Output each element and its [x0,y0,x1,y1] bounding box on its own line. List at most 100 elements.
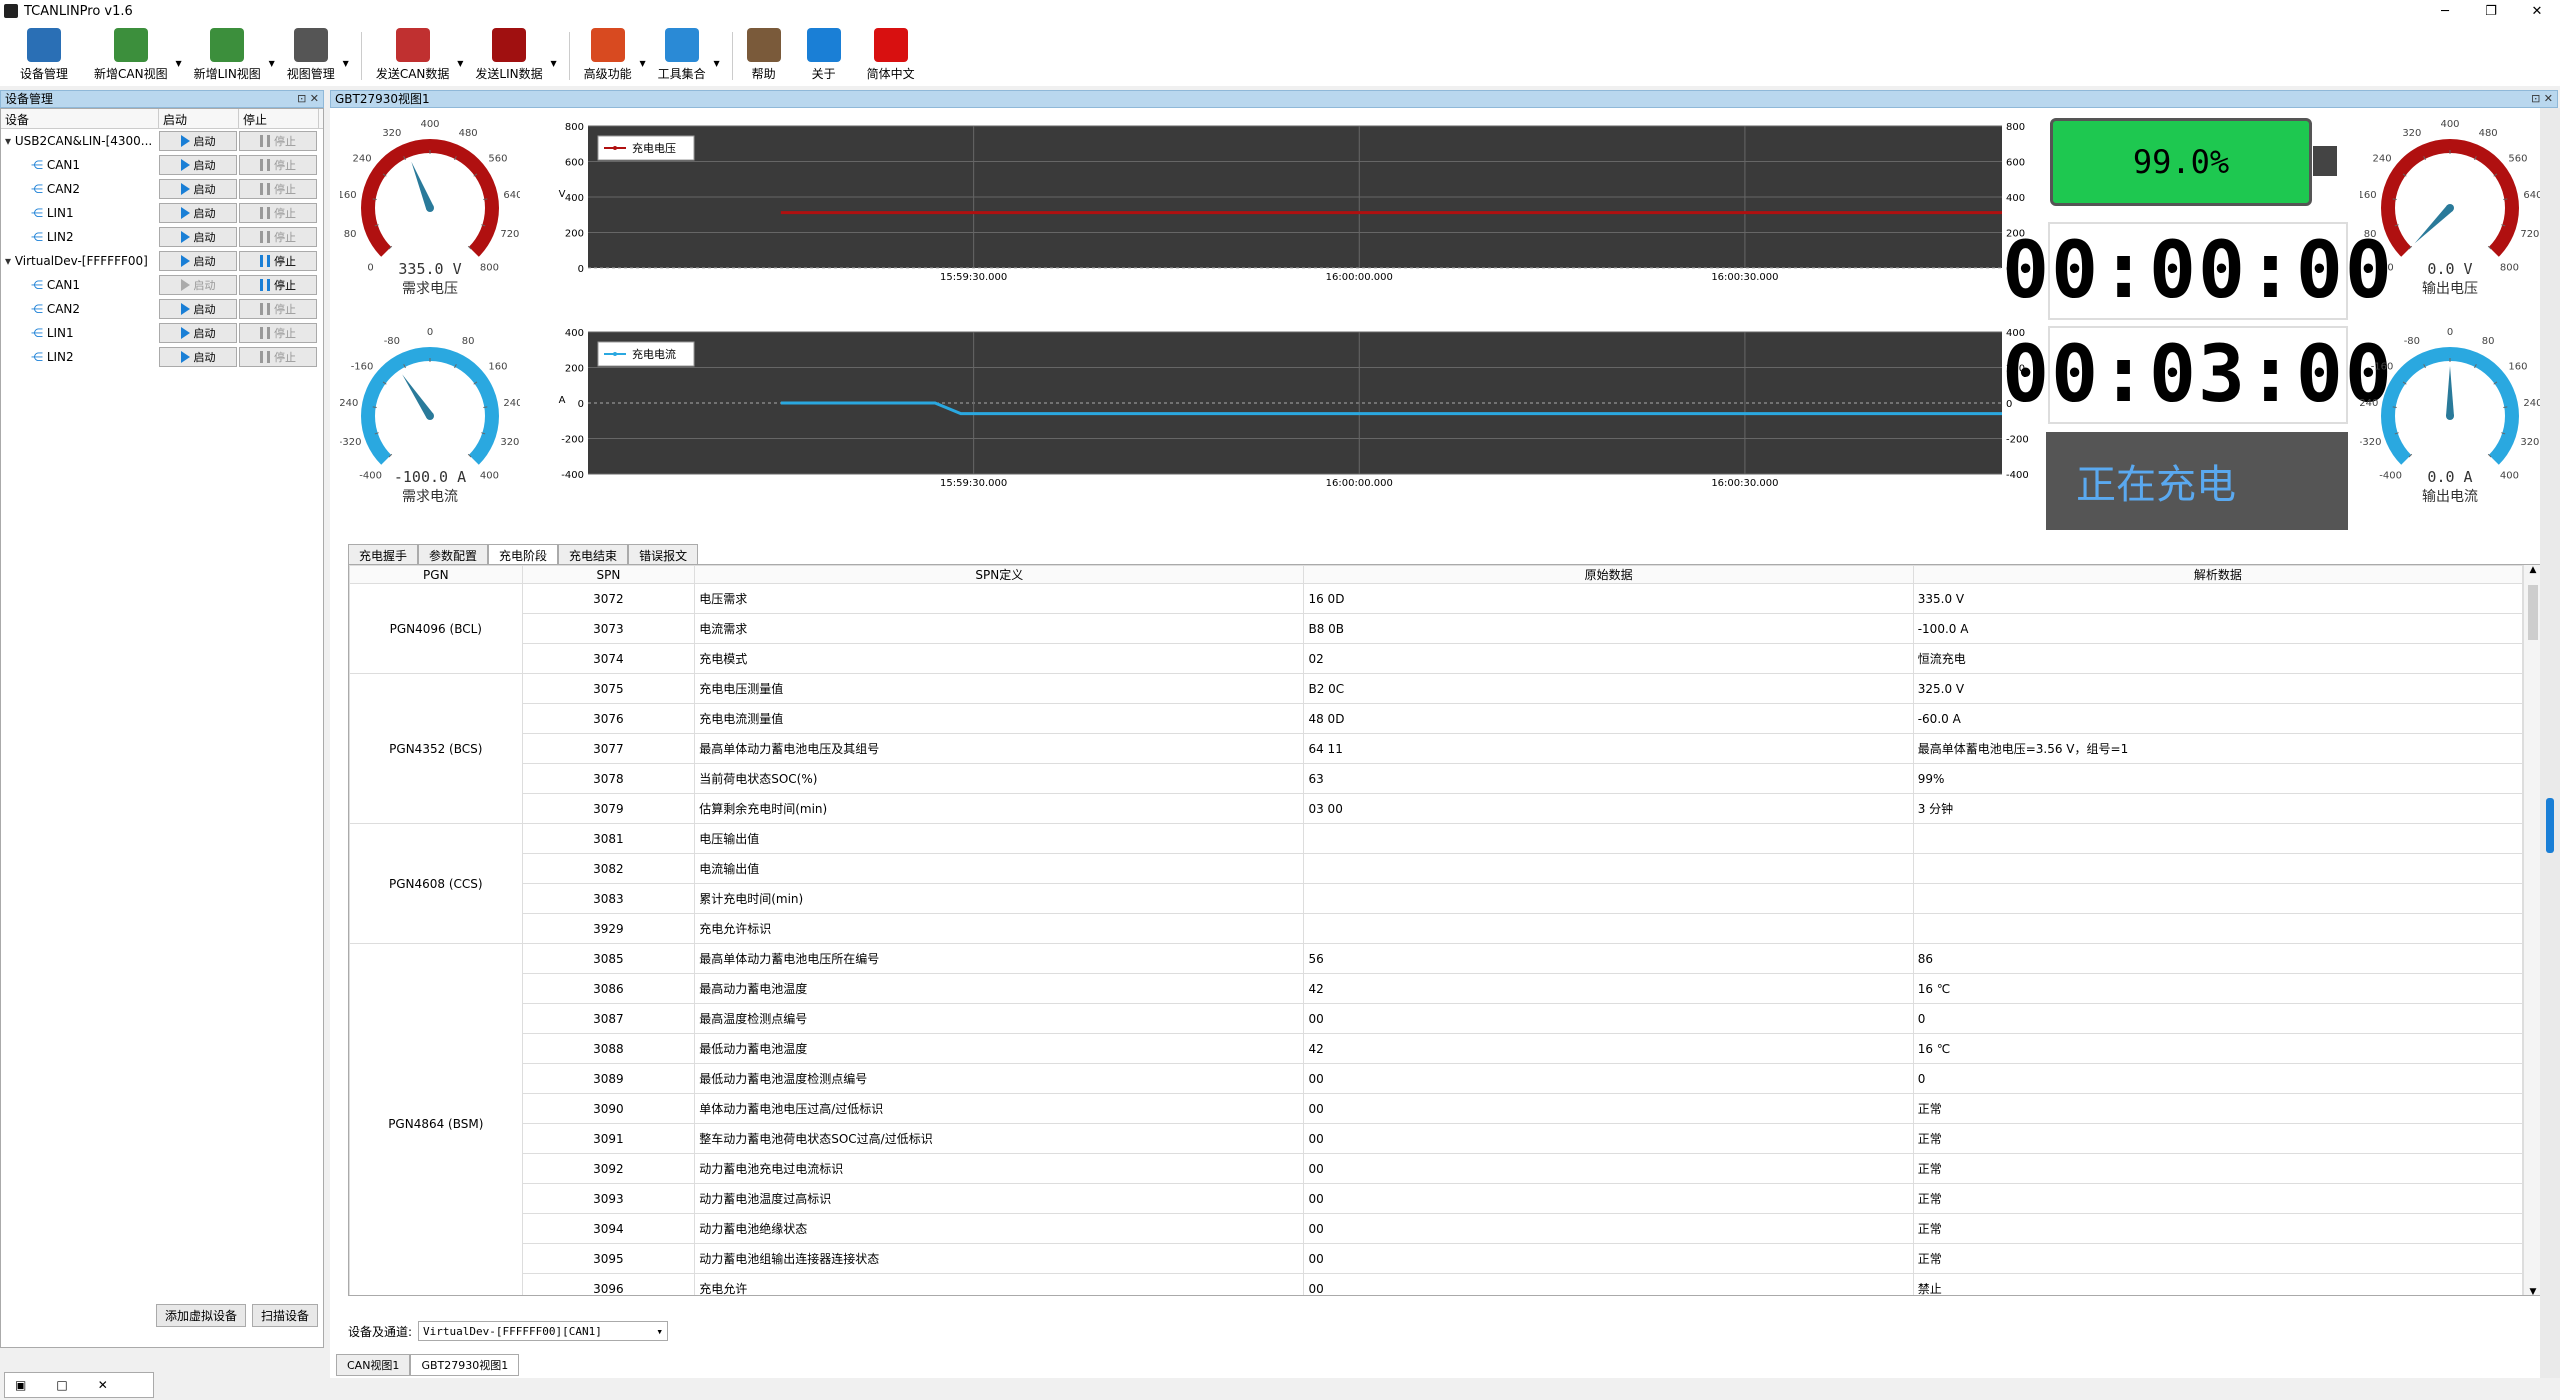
device-row[interactable]: ⋲ LIN1 启动 停止 [1,201,323,225]
toolbar-toolset-button[interactable]: 工具集合 ▼ [658,28,720,86]
device-row[interactable]: ⋲ CAN2 启动 停止 [1,297,323,321]
table-row[interactable]: 3088 最低动力蓄电池温度 42 16 ℃ [350,1033,2524,1064]
table-row[interactable]: 3929 充电允许标识 [350,913,2524,944]
toolbar-help-button[interactable]: 帮助 [746,28,781,86]
toolbar-china-flag-button[interactable]: 简体中文 [867,28,915,86]
device-row[interactable]: ⋲ CAN2 启动 停止 [1,177,323,201]
stop-button[interactable]: 停止 [239,347,317,367]
table-row[interactable]: PGN4864 (BSM) 3085 最高单体动力蓄电池电压所在编号 56 86 [349,943,2524,1295]
dropdown-arrow-icon[interactable]: ▼ [175,59,181,68]
table-row[interactable]: 3091 整车动力蓄电池荷电状态SOC过高/过低标识 00 正常 [350,1123,2524,1154]
start-button[interactable]: 启动 [159,275,237,295]
parsed-data-cell: 恒流充电 [1912,643,2524,674]
stop-button[interactable]: 停止 [239,227,317,247]
toolbar-device-manager-button[interactable]: 设备管理 [20,28,68,86]
expand-arrow-icon[interactable]: ▾ [5,254,15,268]
table-row[interactable]: PGN4352 (BCS) 3075 充电电压测量值 B2 0C 325.0 V [349,673,2524,824]
stop-button[interactable]: 停止 [239,179,317,199]
toolbar-add-can-view-button[interactable]: 新增CAN视图 ▼ [94,28,182,86]
view-scroll-thumb[interactable] [2546,798,2554,853]
table-row[interactable]: 3096 充电允许 00 禁止 [350,1273,2524,1295]
view-pin-icon[interactable]: ⊡ ✕ [2531,91,2553,107]
table-row[interactable]: 3087 最高温度检测点编号 00 0 [350,1003,2524,1034]
table-row[interactable]: 3092 动力蓄电池充电过电流标识 00 正常 [350,1153,2524,1184]
device-row[interactable]: ⋲ LIN2 启动 停止 [1,345,323,369]
table-row[interactable]: 3076 充电电流测量值 48 0D -60.0 A [350,703,2524,734]
device-row[interactable]: ▾ USB2CAN&LIN-[4300... 启动 停止 [1,129,323,153]
dropdown-arrow-icon[interactable]: ▼ [457,59,463,68]
pane-pin-icon[interactable]: ⊡ ✕ [297,91,319,107]
table-row[interactable]: 3090 单体动力蓄电池电压过高/过低标识 00 正常 [350,1093,2524,1124]
dropdown-arrow-icon[interactable]: ▼ [639,59,645,68]
device-row[interactable]: ▾ VirtualDev-[FFFFFF00] 启动 停止 [1,249,323,273]
toolbar-about-button[interactable]: 关于 [806,28,841,86]
table-row[interactable]: 3077 最高单体动力蓄电池电压及其组号 64 11 最高单体蓄电池电压=3.56 V… [350,733,2524,764]
stop-button[interactable]: 停止 [239,251,317,271]
stop-button[interactable]: 停止 [239,275,317,295]
table-row[interactable]: PGN4608 (CCS) 3081 电压输出值 [349,823,2524,944]
x-tick-label: 15:59:30.000 [940,272,1007,283]
table-row[interactable]: 3094 动力蓄电池绝缘状态 00 正常 [350,1213,2524,1244]
table-row[interactable]: 3074 充电模式 02 恒流充电 [350,643,2524,674]
add-virtual-device-button[interactable]: 添加虚拟设备 [156,1304,247,1327]
toolbar-advanced-button[interactable]: 高级功能 ▼ [584,28,646,86]
table-row[interactable]: 3073 电流需求 B8 0B -100.0 A [350,613,2524,644]
table-row[interactable]: 3083 累计充电时间(min) [350,883,2524,914]
dropdown-arrow-icon[interactable]: ▼ [269,59,275,68]
toolbar-send-lin-button[interactable]: 发送LIN数据 ▼ [475,28,557,86]
device-row[interactable]: ⋲ CAN1 启动 停止 [1,273,323,297]
start-button[interactable]: 启动 [159,347,237,367]
device-name: CAN1 [46,278,81,292]
dropdown-arrow-icon[interactable]: ▼ [343,59,349,68]
start-button[interactable]: 启动 [159,323,237,343]
start-button[interactable]: 启动 [159,299,237,319]
device-channel-select[interactable]: VirtualDev-[FFFFFF00][CAN1] ▾ [418,1321,669,1341]
stop-button[interactable]: 停止 [239,323,317,343]
tab-gbt-view[interactable]: GBT27930视图1 [410,1354,520,1376]
restore-icon[interactable]: □ [56,1378,67,1392]
start-button[interactable]: 启动 [159,251,237,271]
dropdown-arrow-icon[interactable]: ▼ [713,59,719,68]
table-row[interactable]: 3095 动力蓄电池组输出连接器连接状态 00 正常 [350,1243,2524,1274]
spn-definition-cell: 充电模式 [694,643,1305,674]
output-current-gauge: -400-320-240-160-80080160240320400 0.0 A… [2360,326,2540,506]
tab-can-view[interactable]: CAN视图1 [336,1354,411,1376]
channel-icon: ⋲ [31,230,47,244]
toolbar-view-manager-button[interactable]: 视图管理 ▼ [287,28,349,86]
start-button[interactable]: 启动 [159,155,237,175]
table-row[interactable]: 3082 电流输出值 [350,853,2524,884]
stop-button[interactable]: 停止 [239,131,317,151]
table-row[interactable]: 3086 最高动力蓄电池温度 42 16 ℃ [350,973,2524,1004]
minimize-button[interactable]: ─ [2422,0,2468,22]
toolbar-send-can-button[interactable]: 发送CAN数据 ▼ [376,28,463,86]
start-button[interactable]: 启动 [159,131,237,151]
table-row[interactable]: 3078 当前荷电状态SOC(%) 63 99% [350,763,2524,794]
device-row[interactable]: ⋲ LIN1 启动 停止 [1,321,323,345]
table-row[interactable]: PGN4096 (BCL) 3072 电压需求 16 0D 335.0 V [349,583,2524,674]
table-row[interactable]: 3093 动力蓄电池温度过高标识 00 正常 [350,1183,2524,1214]
table-row[interactable]: 3079 估算剩余充电时间(min) 03 00 3 分钟 [350,793,2524,824]
stop-button[interactable]: 停止 [239,155,317,175]
device-row[interactable]: ⋲ CAN1 启动 停止 [1,153,323,177]
scan-device-button[interactable]: 扫描设备 [252,1304,319,1327]
close-mini-icon[interactable]: ✕ [98,1378,108,1392]
demand-voltage-label: 需求电压 [402,281,458,297]
stop-button[interactable]: 停止 [239,299,317,319]
toolbar-add-lin-view-button[interactable]: 新增LIN视图 ▼ [194,28,275,86]
scroll-thumb[interactable] [2528,585,2538,640]
table-row[interactable]: 3089 最低动力蓄电池温度检测点编号 00 0 [350,1063,2524,1094]
table-scrollbar[interactable]: ▲ ▼ [2523,565,2541,1295]
start-button[interactable]: 启动 [159,203,237,223]
device-row[interactable]: ⋲ LIN2 启动 停止 [1,225,323,249]
close-button[interactable]: ✕ [2514,0,2560,22]
device-name-cell: ⋲ LIN2 [1,350,159,364]
maximize-button[interactable]: ❐ [2468,0,2514,22]
expand-arrow-icon[interactable]: ▾ [5,134,15,148]
start-button[interactable]: 启动 [159,227,237,247]
stop-button[interactable]: 停止 [239,203,317,223]
start-button[interactable]: 启动 [159,179,237,199]
view-scrollbar[interactable] [2540,108,2560,1378]
minimized-window[interactable]: ▣ □ ✕ [4,1372,154,1398]
dropdown-arrow-icon[interactable]: ▼ [550,59,556,68]
parsed-data-cell: 禁止 [1912,1273,2524,1295]
